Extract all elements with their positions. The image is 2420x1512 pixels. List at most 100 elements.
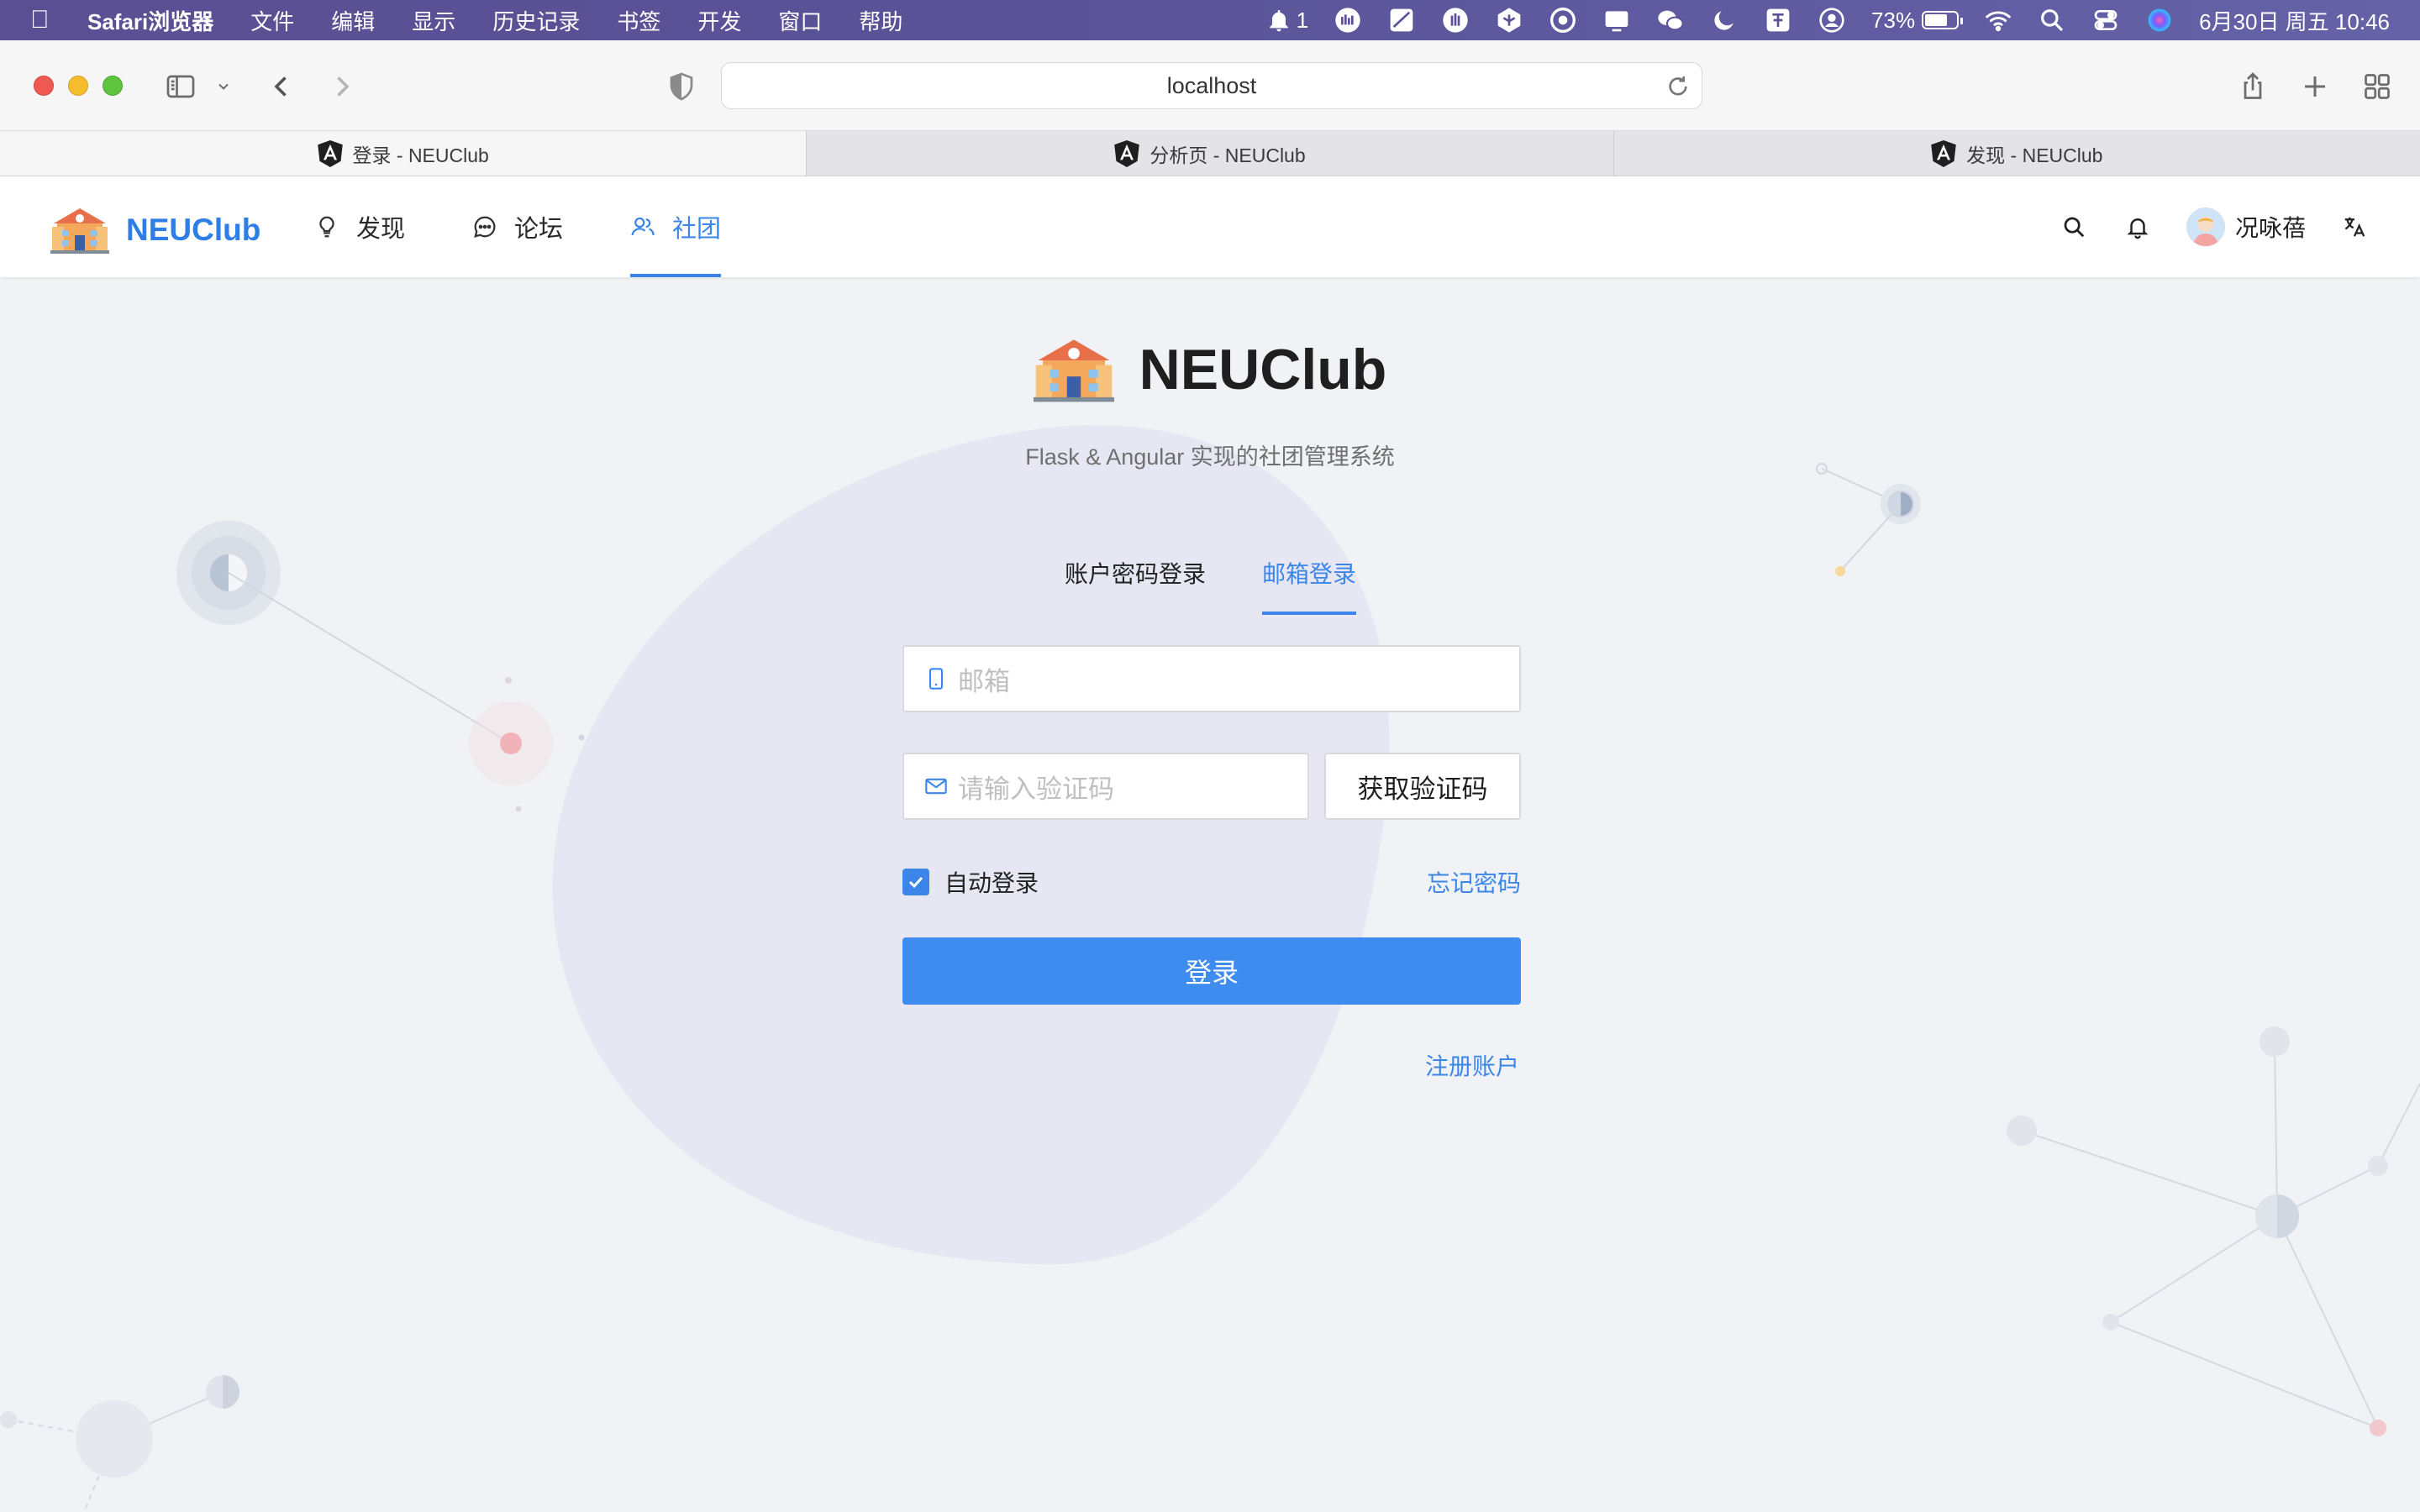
hand-status-icon[interactable] [1441,6,1470,34]
reload-icon[interactable] [1665,73,1691,100]
battery-fill [1925,14,1948,26]
nav-discover[interactable]: 发现 [281,176,439,277]
url-text: localhost [1166,72,1257,98]
auto-login-label: 自动登录 [944,870,1039,896]
new-tab-icon[interactable] [2294,66,2336,108]
main-nav: 发现 论坛 社团 [281,176,755,277]
nav-forum[interactable]: 论坛 [439,176,597,277]
team-icon [631,217,655,236]
back-icon[interactable] [260,66,302,108]
tab-title: 登录 - NEUClub [352,144,489,166]
register-link[interactable]: 注册账户 [1425,1048,1519,1082]
notification-count: 1 [1296,7,1309,33]
login-title-row: NEUClub [0,336,2420,403]
tab-password-login[interactable]: 账户密码登录 [1065,556,1206,615]
menu-items: Safari浏览器 文件 编辑 显示 历史记录 书签 开发 窗口 帮助 [87,5,939,36]
menu-view[interactable]: 显示 [412,5,455,36]
angular-icon [1931,139,1956,167]
battery-percent: 73% [1871,7,1916,33]
tab-login[interactable]: 登录 - NEUClub [0,131,807,176]
mail-icon [925,778,947,795]
menu-app-name[interactable]: Safari浏览器 [87,5,213,36]
checkbox-checked-icon [902,869,929,895]
tab-discover[interactable]: 发现 - NEUClub [1612,131,2420,176]
stats-status-icon[interactable] [1334,6,1362,34]
user-name: 况咏蓓 [2234,215,2306,241]
clock[interactable]: 6月30日 周五 10:46 [2199,5,2390,36]
share-icon[interactable] [2232,66,2274,108]
tab-analysis[interactable]: 分析页 - NEUClub [806,131,1613,176]
search-icon[interactable] [2059,212,2089,242]
code-placeholder: 请输入验证码 [958,774,1114,804]
get-code-button[interactable]: 获取验证码 [1324,753,1521,820]
tab-title: 发现 - NEUClub [1966,144,2103,166]
privacy-shield-icon[interactable] [660,66,702,108]
header-actions: 况咏蓓 [2025,176,2370,277]
nav-club[interactable]: 社团 [597,176,755,277]
nav-label: 论坛 [514,216,564,243]
tab-bar: 登录 - NEUClub 分析页 - NEUClub 发现 - NEUClub [0,131,2420,176]
forward-icon[interactable] [321,66,363,108]
wifi-icon[interactable] [1984,6,2012,34]
sync-status-icon[interactable] [1549,6,1577,34]
menu-history[interactable]: 历史记录 [492,5,580,36]
chevron-down-icon[interactable] [207,66,240,108]
tab-email-login[interactable]: 邮箱登录 [1262,556,1357,615]
angular-icon [1114,139,1140,167]
siri-icon[interactable] [2145,6,2174,34]
tab-title: 分析页 - NEUClub [1150,144,1306,166]
login-button[interactable]: 登录 [902,937,1521,1005]
tab-overview-icon[interactable] [2356,66,2398,108]
user-menu[interactable]: 况咏蓓 [2186,207,2306,246]
user-status-icon[interactable] [1818,6,1846,34]
zoom-window-button[interactable] [103,76,123,96]
login-title: NEUClub [1139,338,1387,402]
auto-login-checkbox[interactable]: 自动登录 [902,865,1039,899]
login-page: NEUClub Flask & Angular 实现的社团管理系统 账户密码登录… [0,277,2420,1512]
message-icon [474,216,496,238]
brand-name: NEUClub [126,213,261,247]
menu-bar:  Safari浏览器 文件 编辑 显示 历史记录 书签 开发 窗口 帮助 1 [0,0,2420,40]
app-header: NEUClub 发现 论坛 社团 况咏蓓 [0,176,2420,277]
image-status-icon[interactable] [1387,6,1416,34]
brand[interactable]: NEUClub [50,207,260,254]
bulb-icon [319,216,334,238]
minimize-window-button[interactable] [68,76,88,96]
menu-bookmarks[interactable]: 书签 [617,5,660,36]
wechat-status-icon[interactable] [1656,6,1685,34]
school-logo-icon [1033,339,1114,402]
bell-icon[interactable] [2123,212,2153,242]
login-subtitle: Flask & Angular 实现的社团管理系统 [1025,444,1395,470]
cube-status-icon[interactable] [1495,6,1523,34]
input-method-icon[interactable] [1764,6,1792,34]
email-field[interactable]: 邮箱 [902,645,1521,712]
nav-label: 发现 [356,216,406,243]
notification-status[interactable]: 1 [1265,6,1308,34]
address-bar[interactable]: localhost [721,62,1702,109]
status-area: 1 73% 6月30日 周五 10:46 [1265,0,2390,40]
browser-toolbar: localhost [0,40,2420,131]
menu-develop[interactable]: 开发 [697,5,741,36]
moon-status-icon[interactable] [1710,6,1739,34]
apple-icon[interactable]:  [30,6,64,34]
sidebar-toggle-icon[interactable] [160,66,202,108]
verification-code-field[interactable]: 请输入验证码 [902,753,1309,820]
menu-edit[interactable]: 编辑 [331,5,375,36]
control-center-icon[interactable] [2091,6,2120,34]
menu-help[interactable]: 帮助 [859,5,902,36]
login-tabs: 账户密码登录 邮箱登录 [1042,556,1378,615]
nav-label: 社团 [672,216,722,243]
battery-status[interactable]: 73% [1871,7,1964,34]
email-placeholder: 邮箱 [958,666,1010,696]
battery-icon [1922,11,1964,29]
spotlight-search-icon[interactable] [2038,6,2066,34]
angular-icon [317,139,343,167]
mobile-icon [929,668,944,690]
forgot-password-link[interactable]: 忘记密码 [1427,865,1521,899]
menu-window[interactable]: 窗口 [778,5,822,36]
close-window-button[interactable] [34,76,54,96]
window-controls [34,76,123,96]
translate-icon[interactable] [2339,212,2370,242]
menu-file[interactable]: 文件 [250,5,294,36]
screen-status-icon[interactable] [1602,6,1631,34]
